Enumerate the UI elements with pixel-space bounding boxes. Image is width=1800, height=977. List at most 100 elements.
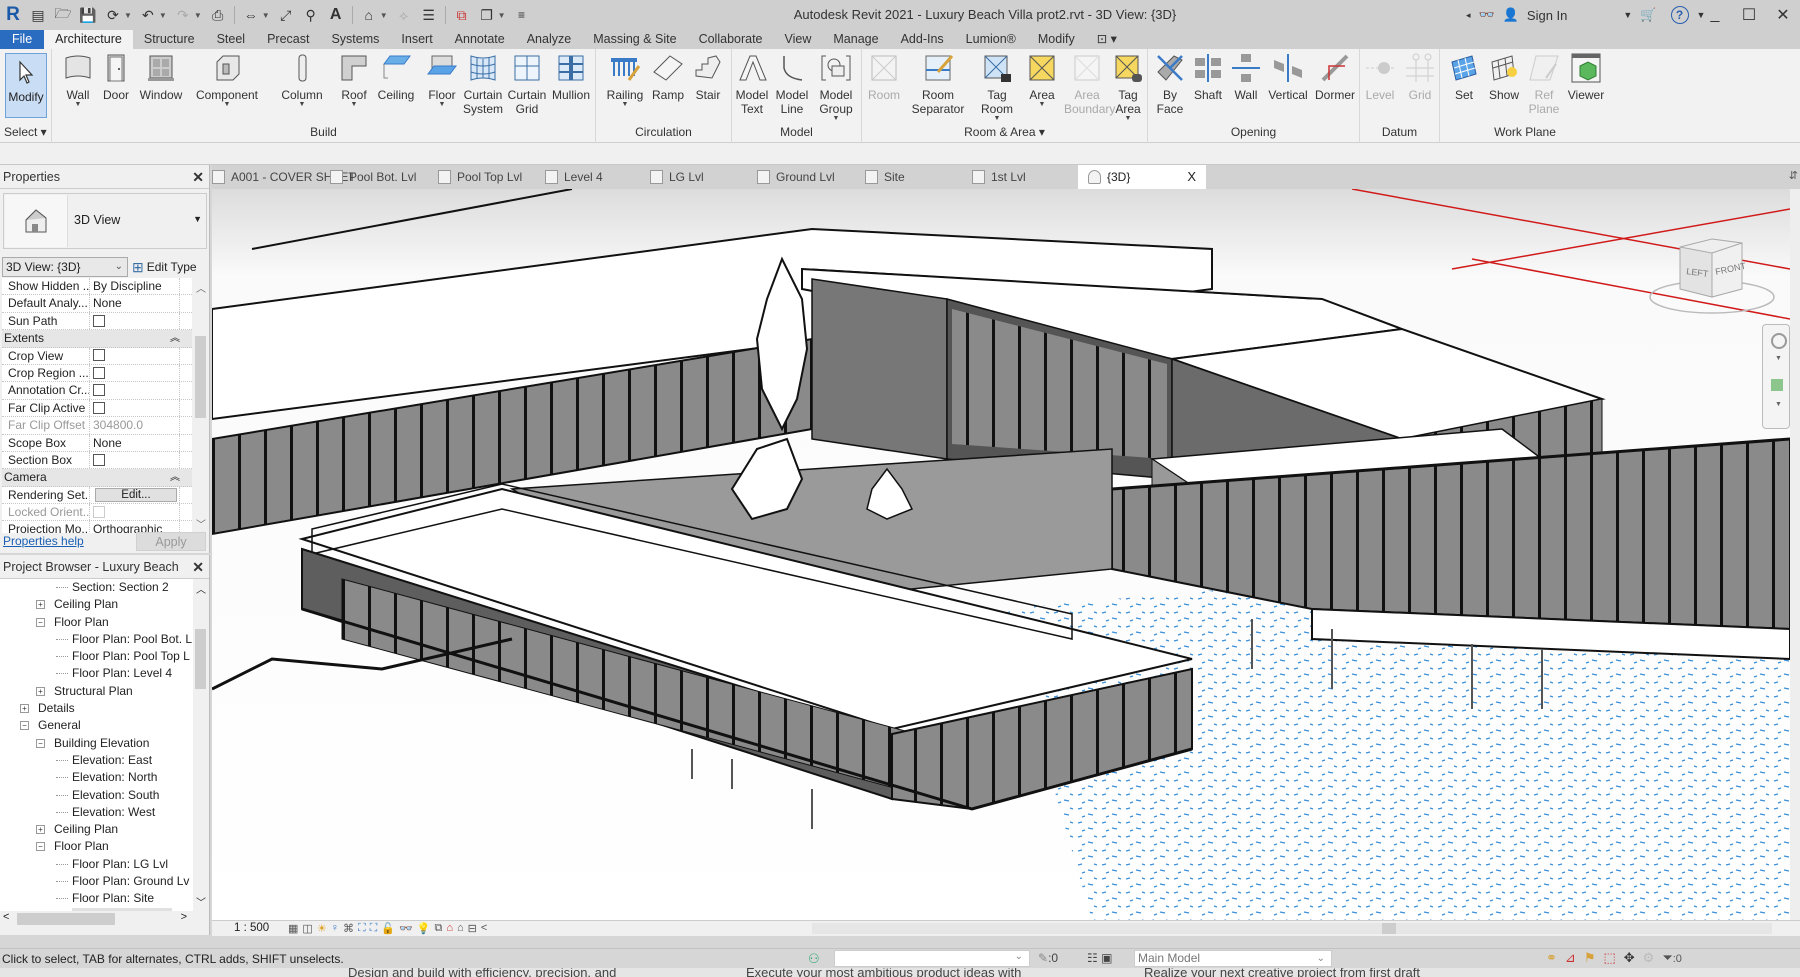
property-checkbox[interactable] bbox=[93, 401, 105, 414]
unlocked-view-icon[interactable]: 🔓 bbox=[381, 922, 395, 935]
tree-node[interactable]: Elevation: South bbox=[0, 787, 193, 804]
chevron-down-icon[interactable]: ▼ bbox=[193, 214, 202, 224]
ceiling-button[interactable]: Ceiling bbox=[372, 52, 420, 102]
scroll-left-icon[interactable]: < bbox=[3, 911, 9, 923]
select-links-icon[interactable]: ⚭ bbox=[1546, 950, 1557, 966]
close-button[interactable]: ✕ bbox=[1766, 0, 1800, 30]
sync-icon[interactable]: ⟳ bbox=[104, 6, 122, 24]
tab-add-ins[interactable]: Add-Ins bbox=[890, 30, 955, 49]
chevron-down-icon[interactable]: ▼ bbox=[124, 11, 132, 20]
chevron-down-icon[interactable]: ▼ bbox=[1775, 401, 1782, 408]
panel-label-select[interactable]: Select ▾ bbox=[0, 125, 51, 139]
print-icon[interactable]: ⎙ bbox=[209, 6, 227, 24]
panel-label-room-area[interactable]: Room & Area ▾ bbox=[862, 125, 1147, 139]
window-button[interactable]: Window bbox=[136, 52, 186, 102]
minimize-button[interactable]: _ bbox=[1698, 0, 1732, 30]
tree-node[interactable]: + Ceiling Plan bbox=[0, 596, 193, 613]
tab-lumion[interactable]: Lumion® bbox=[955, 30, 1027, 49]
collapse-icon[interactable]: − bbox=[36, 738, 45, 748]
area-button[interactable]: Area ▼ bbox=[1020, 52, 1064, 108]
section-icon[interactable]: ⟡ bbox=[395, 6, 413, 24]
component-button[interactable]: Component ▼ bbox=[192, 52, 262, 108]
tree-node[interactable]: Elevation: West bbox=[0, 804, 193, 821]
tree-node[interactable]: − Building Elevation bbox=[0, 735, 193, 752]
shaft-button[interactable]: Shaft bbox=[1188, 52, 1228, 102]
property-checkbox[interactable] bbox=[93, 505, 105, 518]
save-icon[interactable]: 💾 bbox=[79, 6, 97, 24]
close-icon[interactable]: ✕ bbox=[192, 555, 204, 579]
select-by-face-icon[interactable]: ⬚ bbox=[1603, 950, 1615, 966]
view-tab[interactable]: Pool Top Lvl bbox=[438, 165, 522, 189]
tree-node[interactable]: Floor Plan: Level 4 bbox=[0, 665, 193, 682]
canvas-horizontal-scrollbar[interactable] bbox=[812, 923, 1772, 934]
collapse-icon[interactable]: − bbox=[20, 721, 29, 731]
sign-in-link[interactable]: Sign In bbox=[1527, 8, 1567, 23]
chevron-down-icon[interactable]: ▼ bbox=[1775, 355, 1782, 362]
close-tab-icon[interactable]: X bbox=[1187, 165, 1196, 189]
property-group-camera[interactable]: Camera ︽ bbox=[2, 469, 192, 487]
property-checkbox[interactable] bbox=[93, 366, 105, 379]
shadows-icon[interactable]: ♀ bbox=[331, 922, 339, 935]
ramp-button[interactable]: Ramp bbox=[648, 52, 688, 102]
scroll-thumb[interactable] bbox=[17, 913, 115, 925]
viewer-button[interactable]: Viewer bbox=[1564, 52, 1608, 102]
vertical-opening-button[interactable]: Vertical bbox=[1264, 52, 1312, 102]
scroll-thumb[interactable] bbox=[195, 629, 206, 689]
grid-button[interactable]: Grid bbox=[1400, 52, 1440, 102]
tree-node[interactable]: Section: Section 2 bbox=[0, 579, 193, 596]
tab-systems[interactable]: Systems bbox=[320, 30, 390, 49]
wall-opening-button[interactable]: Wall bbox=[1226, 52, 1266, 102]
collapse-icon[interactable]: − bbox=[36, 842, 45, 852]
cart-icon[interactable]: 🛒 bbox=[1640, 7, 1656, 23]
type-selector[interactable]: 3D View ▼ bbox=[3, 193, 207, 249]
design-options-icons[interactable]: ☷ ▣ bbox=[1087, 951, 1112, 965]
tag-room-button[interactable]: Tag Room ▼ bbox=[974, 52, 1020, 122]
scroll-thumb[interactable] bbox=[1382, 923, 1396, 934]
property-value[interactable]: None bbox=[90, 434, 180, 451]
tree-vertical-scrollbar[interactable]: ︿ ﹀ bbox=[193, 579, 208, 911]
filter-icon[interactable]: ⏷:0 bbox=[1662, 950, 1682, 966]
model-group-button[interactable]: Model Group ▼ bbox=[814, 52, 858, 122]
collapse-icon[interactable]: < bbox=[481, 922, 487, 935]
scroll-down-icon[interactable]: ﹀ bbox=[196, 516, 206, 531]
tab-structure[interactable]: Structure bbox=[133, 30, 206, 49]
visual-style-icon[interactable]: ◫ bbox=[302, 922, 312, 935]
undo-icon[interactable]: ↶ bbox=[139, 6, 157, 24]
workset-selector[interactable]: ⌄ bbox=[834, 950, 1030, 967]
chevron-down-icon[interactable]: ▼ bbox=[262, 11, 270, 20]
editing-requests[interactable]: ✎:0 bbox=[1038, 951, 1058, 965]
tree-node[interactable]: Elevation: East bbox=[0, 752, 193, 769]
tree-node[interactable]: Elevation: North bbox=[0, 769, 193, 786]
close-hidden-icon[interactable]: ⧉ bbox=[453, 6, 471, 24]
tree-node[interactable]: + Ceiling Plan bbox=[0, 821, 193, 838]
text-icon[interactable]: A bbox=[327, 6, 345, 24]
level-button[interactable]: Level bbox=[1360, 52, 1400, 102]
modify-button[interactable]: Modify bbox=[5, 53, 47, 118]
tag-icon[interactable]: ⚲ bbox=[302, 6, 320, 24]
expand-icon[interactable]: + bbox=[36, 600, 45, 610]
tag-area-button[interactable]: Tag Area ▼ bbox=[1108, 52, 1148, 122]
tree-node[interactable]: + Details bbox=[0, 700, 193, 717]
roof-button[interactable]: Roof ▼ bbox=[332, 52, 376, 108]
tree-node[interactable]: − General bbox=[0, 717, 193, 734]
property-checkbox[interactable] bbox=[93, 314, 105, 327]
crop-view-icon[interactable]: ⛶ bbox=[358, 922, 366, 935]
property-checkbox[interactable] bbox=[93, 384, 105, 397]
properties-help-link[interactable]: Properties help bbox=[3, 534, 84, 548]
apply-button[interactable]: Apply bbox=[136, 532, 206, 551]
expand-icon[interactable]: + bbox=[36, 825, 45, 835]
customize-icon[interactable]: ≡ bbox=[513, 6, 531, 24]
reveal-hidden-icon[interactable]: 💡 bbox=[417, 922, 431, 935]
tree-node[interactable]: Floor Plan: LG Lvl bbox=[0, 856, 193, 873]
edit-type-button[interactable]: ⊞ Edit Type bbox=[132, 257, 208, 277]
tree-node[interactable]: + Structural Plan bbox=[0, 683, 193, 700]
collapse-arrow-icon[interactable]: ◂ bbox=[1466, 10, 1471, 21]
curtain-grid-button[interactable]: Curtain Grid bbox=[504, 52, 550, 116]
view-tab[interactable]: Level 4 bbox=[545, 165, 603, 189]
background-process-icon[interactable]: ⚙ bbox=[1643, 950, 1655, 966]
3d-view-canvas[interactable]: LEFT FRONT ▼ ▼ bbox=[212, 189, 1790, 920]
rendering-icon[interactable]: ⌘ bbox=[343, 922, 354, 935]
show-button[interactable]: Show bbox=[1484, 52, 1524, 102]
property-value[interactable]: None bbox=[90, 295, 180, 312]
chevron-down-icon[interactable]: ▼ bbox=[498, 11, 506, 20]
